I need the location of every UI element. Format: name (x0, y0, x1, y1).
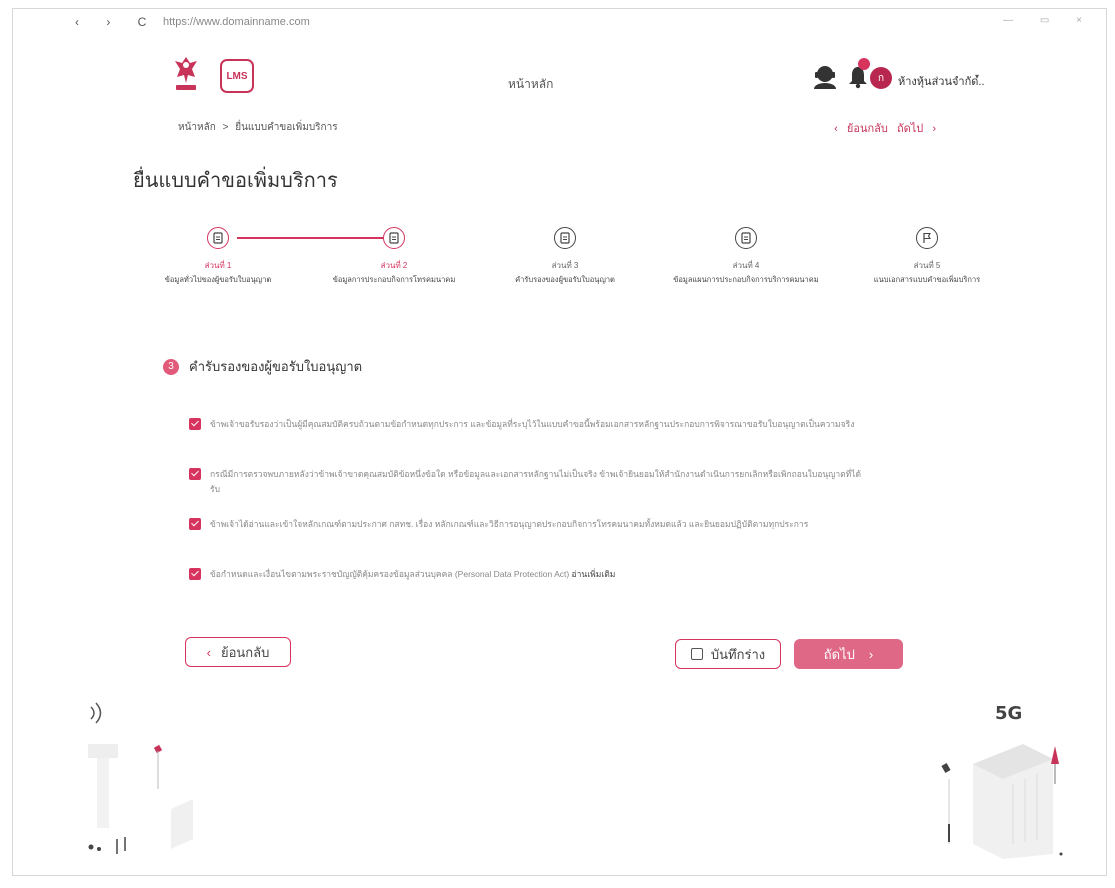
consent-text-4-body: ข้อกำหนดและเงื่อนไขตามพระราชบัญญัติคุ้มค… (210, 569, 572, 579)
document-icon (383, 227, 405, 249)
support-headset-icon[interactable] (811, 63, 839, 91)
city-illustration-right-icon: 5G (941, 703, 1063, 859)
step-1-number: ส่วนที่ 1 (204, 261, 232, 270)
browser-bar: ‹ › C https://www.domainname.com — ▭ × (13, 9, 1106, 35)
section-number-badge: 3 (163, 358, 179, 375)
step-2-label: ข้อมูลการประกอบกิจการโทรคมนาคม (332, 275, 456, 284)
5g-label: 5G (995, 703, 1022, 724)
header-title[interactable]: หน้าหลัก (508, 75, 553, 94)
window-controls[interactable]: — ▭ × (1003, 15, 1094, 26)
document-icon (735, 227, 757, 249)
consent-item: ข้าพเจ้าขอรับรองว่าเป็นผู้มีคุณสมบัติครบ… (189, 417, 889, 467)
flag-icon (916, 227, 938, 249)
browser-nav-icons[interactable]: ‹ › C (75, 15, 158, 29)
breadcrumb-home[interactable]: หน้าหลัก (178, 122, 216, 133)
step-5-label: แนบเอกสารแบบคำขอเพิ่มบริการ (873, 275, 981, 284)
consent-item: กรณีมีการตรวจพบภายหลังว่าข้าพเจ้าขาดคุณส… (189, 467, 889, 517)
step-3-number: ส่วนที่ 3 (551, 261, 579, 270)
step-1-label: ข้อมูลทั่วไปของผู้ขอรับใบอนุญาต (164, 275, 272, 284)
top-next-chevron-icon[interactable]: › (932, 123, 936, 135)
next-button[interactable]: ถัดไป › (794, 639, 903, 669)
avatar-letter: ก (877, 72, 885, 84)
consent-text-3: ข้าพเจ้าได้อ่านและเข้าใจหลักเกณฑ์ตามประก… (210, 519, 809, 529)
consent-text-4: ข้อกำหนดและเงื่อนไขตามพระราชบัญญัติคุ้มค… (210, 567, 870, 582)
garuda-logo-icon (175, 57, 197, 90)
notification-badge (858, 58, 870, 70)
section-title: คำรับรองของผู้ขอรับใบอนุญาต (189, 359, 363, 374)
lms-logo-text: LMS (226, 70, 248, 82)
app-window: ‹ › C https://www.domainname.com — ▭ × L… (12, 8, 1107, 876)
next-button-label: ถัดไป (823, 646, 855, 662)
section-header: 3 คำรับรองของผู้ขอรับใบอนุญาต (163, 356, 362, 377)
user-avatar[interactable]: ก (870, 67, 892, 89)
chevron-right-icon: › (868, 646, 874, 662)
save-draft-button[interactable]: บันทึกร่าง (675, 639, 781, 669)
step-3[interactable]: ส่วนที่ 3 คำรับรองของผู้ขอรับใบอนุญาต (480, 227, 650, 286)
save-icon (690, 648, 703, 660)
back-button-label: ย้อนกลับ (220, 644, 270, 660)
step-2-number: ส่วนที่ 2 (380, 261, 408, 270)
consent-text-1: ข้าพเจ้าขอรับรองว่าเป็นผู้มีคุณสมบัติครบ… (210, 419, 855, 429)
consent-checklist: ข้าพเจ้าขอรับรองว่าเป็นผู้มีคุณสมบัติครบ… (189, 417, 889, 617)
step-5-number: ส่วนที่ 5 (913, 261, 941, 270)
breadcrumb-separator: > (222, 122, 229, 133)
user-name[interactable]: ห้างหุ้นส่วนจำกัด.. (898, 72, 985, 90)
top-back-link[interactable]: ย้อนกลับ (847, 123, 888, 135)
consent-text-2: กรณีมีการตรวจพบภายหลังว่าข้าพเจ้าขาดคุณส… (210, 469, 862, 494)
consent-checkbox-2[interactable] (189, 468, 201, 480)
chevron-left-icon: ‹ (206, 644, 211, 660)
city-illustration-left-icon (88, 702, 193, 854)
read-more-link[interactable]: อ่านเพิ่มเติม (572, 569, 616, 579)
step-2[interactable]: ส่วนที่ 2 ข้อมูลการประกอบกิจการโทรคมนาคม (309, 227, 479, 286)
back-button[interactable]: ‹ ย้อนกลับ (185, 637, 291, 667)
consent-item: ข้อกำหนดและเงื่อนไขตามพระราชบัญญัติคุ้มค… (189, 567, 889, 617)
step-3-label: คำรับรองของผู้ขอรับใบอนุญาต (515, 275, 615, 284)
step-4-number: ส่วนที่ 4 (732, 261, 760, 270)
page-title: ยื่นแบบคำขอเพิ่มบริการ (133, 170, 338, 192)
consent-checkbox-4[interactable] (189, 568, 201, 580)
save-draft-label: บันทึกร่าง (710, 646, 766, 662)
step-4[interactable]: ส่วนที่ 4 ข้อมูลแผนการประกอบกิจการบริการ… (661, 227, 831, 286)
top-back-chevron-icon[interactable]: ‹ (834, 123, 838, 135)
consent-checkbox-3[interactable] (189, 518, 201, 530)
lms-logo-icon: LMS (220, 59, 254, 93)
breadcrumb: หน้าหลัก > ยื่นแบบคำขอเพิ่มบริการ (178, 120, 342, 135)
step-5[interactable]: ส่วนที่ 5 แนบเอกสารแบบคำขอเพิ่มบริการ (842, 227, 1012, 286)
top-navigation: ‹ ย้อนกลับ ถัดไป › (828, 119, 936, 137)
step-1[interactable]: ส่วนที่ 1 ข้อมูลทั่วไปของผู้ขอรับใบอนุญา… (133, 227, 303, 286)
document-icon (554, 227, 576, 249)
chevron-down-icon[interactable]: ▾ (975, 72, 979, 81)
address-bar[interactable]: https://www.domainname.com (163, 16, 310, 28)
breadcrumb-current: ยื่นแบบคำขอเพิ่มบริการ (235, 122, 338, 133)
consent-checkbox-1[interactable] (189, 418, 201, 430)
top-next-link[interactable]: ถัดไป (897, 123, 923, 135)
progress-stepper: ส่วนที่ 1 ข้อมูลทั่วไปของผู้ขอรับใบอนุญา… (153, 227, 1013, 297)
step-4-label: ข้อมูลแผนการประกอบกิจการบริการคมนาคม (673, 275, 819, 284)
consent-item: ข้าพเจ้าได้อ่านและเข้าใจหลักเกณฑ์ตามประก… (189, 517, 889, 567)
document-icon (207, 227, 229, 249)
